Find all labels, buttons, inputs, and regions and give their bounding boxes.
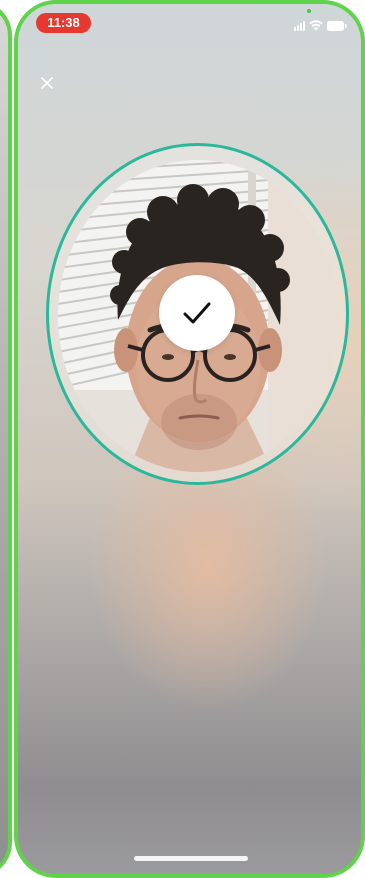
phone-frame: 11:38	[14, 0, 365, 878]
home-indicator[interactable]	[134, 856, 248, 861]
success-badge	[159, 275, 235, 351]
status-bar: 11:38	[18, 4, 361, 44]
camera-indicator-dot	[307, 9, 311, 13]
checkmark-icon	[183, 302, 211, 324]
wifi-icon	[309, 20, 323, 31]
signal-icon	[294, 21, 305, 31]
status-time: 11:38	[36, 13, 91, 33]
close-icon	[41, 77, 53, 89]
battery-icon	[327, 21, 347, 31]
screen: 11:38	[0, 0, 365, 878]
status-icons	[294, 19, 347, 31]
close-button[interactable]	[36, 72, 58, 94]
adjacent-phone-frame	[0, 0, 12, 878]
